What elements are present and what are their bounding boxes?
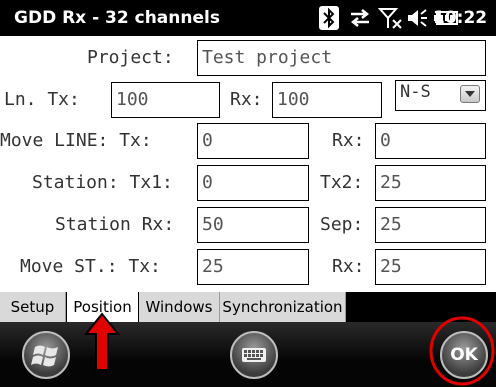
bottom-bar: OK: [0, 322, 496, 387]
project-label: Project:: [87, 47, 174, 68]
station-tx2-field[interactable]: 25: [375, 165, 486, 201]
position-form: Project: Test project Ln. Tx: 100 Rx: 10…: [0, 36, 496, 292]
tab-setup[interactable]: Setup: [0, 292, 66, 322]
annotation-arrow: [84, 312, 120, 371]
bluetooth-icon[interactable]: [318, 5, 340, 31]
tab-strip: Setup Position Windows Synchronization: [0, 292, 496, 322]
sep-label: Sep:: [320, 214, 364, 235]
volume-icon[interactable]: [406, 5, 430, 31]
keyboard-button[interactable]: [230, 331, 278, 379]
move-line-rx-label: Rx:: [332, 130, 365, 151]
ln-rx-label: Rx:: [230, 89, 263, 110]
annotation-circle: [429, 316, 495, 386]
move-st-tx-label: Move ST.: Tx:: [20, 256, 161, 277]
direction-select[interactable]: N-S: [395, 80, 486, 111]
move-line-tx-label: Move LINE: Tx:: [0, 130, 152, 151]
direction-value: N-S: [400, 82, 431, 102]
station-tx1-label: Station: Tx1:: [32, 172, 173, 193]
signal-off-icon[interactable]: [378, 5, 404, 31]
title-bar: GDD Rx - 32 channels 10:22: [0, 0, 496, 36]
tab-windows[interactable]: Windows: [139, 292, 220, 322]
move-st-tx-field[interactable]: 25: [197, 249, 309, 285]
project-field[interactable]: Test project: [197, 40, 486, 76]
station-rx-field[interactable]: 50: [197, 207, 309, 243]
move-line-tx-field[interactable]: 0: [197, 123, 309, 159]
station-tx2-label: Tx2:: [320, 172, 364, 193]
start-button[interactable]: [22, 331, 70, 379]
tab-synchronization[interactable]: Synchronization: [220, 292, 346, 322]
move-line-rx-field[interactable]: 0: [375, 123, 486, 159]
move-st-rx-label: Rx:: [332, 256, 365, 277]
app-title: GDD Rx - 32 channels: [14, 8, 220, 28]
station-tx1-field[interactable]: 0: [197, 165, 309, 201]
ln-rx-field[interactable]: 100: [272, 82, 382, 118]
windows-logo-icon: [31, 345, 58, 367]
sep-field[interactable]: 25: [375, 207, 486, 243]
keyboard-icon: [242, 348, 266, 362]
station-rx-label: Station Rx:: [55, 214, 175, 235]
ln-tx-field[interactable]: 100: [111, 82, 220, 118]
clock[interactable]: 10:22: [433, 8, 487, 28]
move-st-rx-field[interactable]: 25: [375, 249, 486, 285]
chevron-down-icon[interactable]: [460, 85, 480, 103]
sync-icon[interactable]: [348, 5, 372, 31]
ln-tx-label: Ln. Tx:: [4, 89, 80, 110]
